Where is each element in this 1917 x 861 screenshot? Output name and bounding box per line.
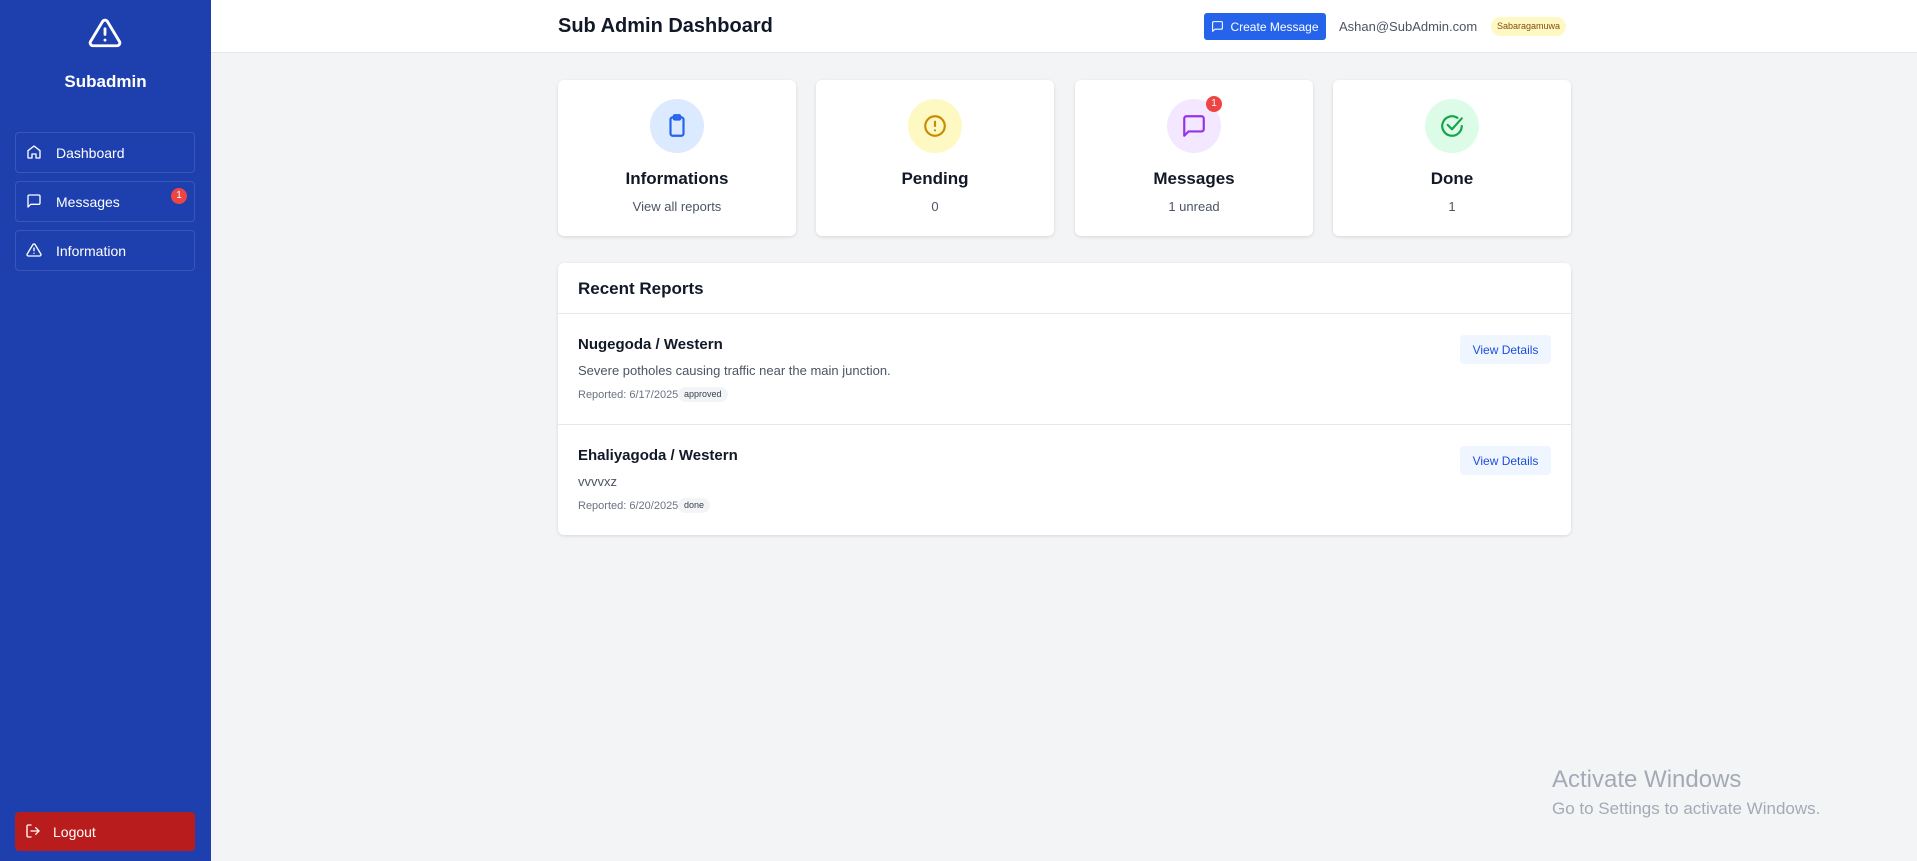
- sidebar-item-label: Messages: [56, 193, 120, 210]
- sidebar-item-information[interactable]: Information: [15, 230, 195, 271]
- status-badge: approved: [678, 387, 728, 402]
- view-details-button[interactable]: View Details: [1460, 335, 1551, 364]
- logout-label: Logout: [53, 823, 96, 840]
- create-message-label: Create Message: [1230, 19, 1319, 34]
- card-subtitle: View all reports: [632, 199, 722, 214]
- activation-watermark-subtitle: Go to Settings to activate Windows.: [1552, 799, 1821, 818]
- logout-button[interactable]: Logout: [15, 812, 195, 851]
- report-location: Ehaliyagoda / Western: [578, 447, 738, 464]
- activation-watermark-title: Activate Windows: [1552, 766, 1742, 793]
- done-card[interactable]: Done 1: [1333, 80, 1571, 236]
- report-row: Nugegoda / Western Severe potholes causi…: [558, 314, 1571, 425]
- view-details-button[interactable]: View Details: [1460, 446, 1551, 475]
- card-title: Informations: [625, 169, 729, 188]
- report-description: Severe potholes causing traffic near the…: [578, 363, 891, 378]
- status-badge: done: [678, 498, 711, 513]
- pending-card[interactable]: Pending 0: [816, 80, 1054, 236]
- create-message-button[interactable]: Create Message: [1204, 13, 1326, 40]
- card-subtitle: 1: [1448, 199, 1456, 214]
- report-date: Reported: 6/20/2025: [578, 500, 679, 512]
- message-icon: [26, 193, 44, 211]
- unread-badge: 1: [1206, 96, 1222, 112]
- report-row: Ehaliyagoda / Western vvvvxz Reported: 6…: [558, 425, 1571, 536]
- section-title: Recent Reports: [578, 279, 704, 298]
- warning-icon: [88, 18, 122, 48]
- card-title: Pending: [901, 169, 969, 188]
- report-date: Reported: 6/17/2025: [578, 389, 679, 401]
- clipboard-icon: [650, 99, 704, 153]
- sidebar: Subadmin Dashboard Messages 1 Informatio…: [0, 0, 211, 861]
- sidebar-nav: Dashboard Messages 1 Information: [15, 132, 195, 279]
- recent-reports-panel: Recent Reports Nugegoda / Western Severe…: [558, 263, 1571, 535]
- messages-card[interactable]: 1 Messages 1 unread: [1075, 80, 1313, 236]
- warning-icon: [26, 242, 44, 260]
- logout-icon: [25, 823, 43, 841]
- message-icon: [1211, 20, 1224, 33]
- unread-badge: 1: [171, 188, 187, 204]
- alert-circle-icon: [908, 99, 962, 153]
- home-icon: [26, 144, 44, 162]
- card-title: Messages: [1153, 169, 1235, 188]
- user-email: Ashan@SubAdmin.com: [1339, 19, 1478, 34]
- sidebar-item-label: Dashboard: [56, 144, 125, 161]
- region-badge: Sabaragamuwa: [1491, 17, 1567, 36]
- top-header: Sub Admin Dashboard Create Message Ashan…: [211, 0, 1917, 53]
- check-circle-icon: [1425, 99, 1479, 153]
- sidebar-item-messages[interactable]: Messages 1: [15, 181, 195, 222]
- report-description: vvvvxz: [578, 474, 617, 489]
- card-title: Done: [1430, 169, 1474, 188]
- card-subtitle: 0: [931, 199, 939, 214]
- page-title: Sub Admin Dashboard: [558, 15, 773, 37]
- sidebar-item-dashboard[interactable]: Dashboard: [15, 132, 195, 173]
- report-location: Nugegoda / Western: [578, 336, 723, 353]
- informations-card[interactable]: Informations View all reports: [558, 80, 796, 236]
- card-subtitle: 1 unread: [1168, 199, 1220, 214]
- brand-name: Subadmin: [64, 72, 147, 91]
- sidebar-item-label: Information: [56, 242, 127, 259]
